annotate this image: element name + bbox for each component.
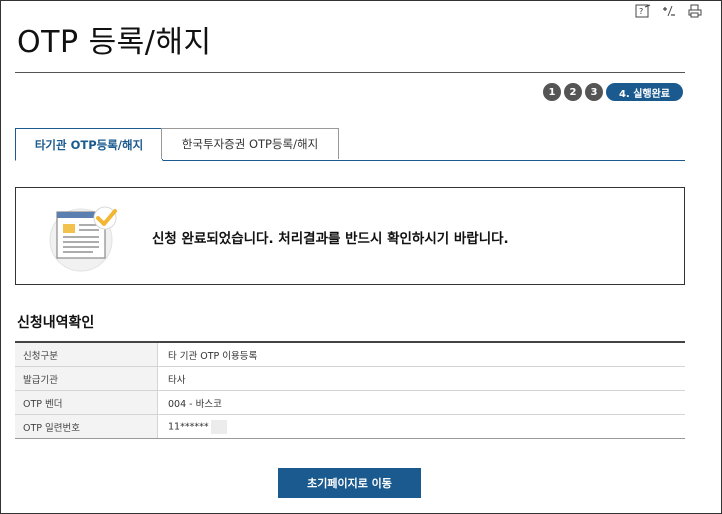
table-row: OTP 벤더 004 - 바스코 xyxy=(15,390,685,415)
svg-text:?: ? xyxy=(639,7,643,16)
tab-other-institution-otp[interactable]: 타기관 OTP등록/해지 xyxy=(15,128,163,161)
table-row: OTP 일련번호 11****** xyxy=(15,414,685,439)
table-row: 신청구분 타 기관 OTP 이용등록 xyxy=(15,342,685,367)
tab-bar: 타기관 OTP등록/해지 한국투자증권 OTP등록/해지 xyxy=(15,128,685,161)
tab-kis-otp[interactable]: 한국투자증권 OTP등록/해지 xyxy=(161,128,339,159)
page-frame: ? OTP 등록/해지 1 2 3 4. 실행완료 타기관 OTP등록/해지 한… xyxy=(0,0,722,514)
step-1: 1 xyxy=(542,83,561,101)
page-title: OTP 등록/해지 xyxy=(17,25,212,60)
row-value: 타 기관 OTP 이용등록 xyxy=(157,342,685,367)
completion-message: 신청 완료되었습니다. 처리결과를 반드시 확인하시기 바랍니다. xyxy=(152,231,509,247)
section-heading: 신청내역확인 xyxy=(17,315,95,331)
go-home-button[interactable]: 초기페이지로 이동 xyxy=(278,468,421,498)
detail-table: 신청구분 타 기관 OTP 이용등록 발급기관 타사 OTP 벤더 004 - … xyxy=(15,341,685,439)
row-label: OTP 벤더 xyxy=(15,390,158,415)
row-value: 타사 xyxy=(157,366,685,391)
print-icon[interactable] xyxy=(687,4,703,18)
top-tools: ? xyxy=(635,4,703,18)
step-3: 3 xyxy=(584,83,603,101)
masked-area xyxy=(210,419,227,434)
row-label: 신청구분 xyxy=(15,342,158,367)
row-value-cell: 11****** xyxy=(157,414,685,439)
step-indicator: 1 2 3 4. 실행완료 xyxy=(542,83,683,101)
row-value: 004 - 바스코 xyxy=(157,390,685,415)
help-icon[interactable]: ? xyxy=(635,4,651,18)
row-label: OTP 일련번호 xyxy=(15,414,158,439)
otp-serial-value: 11****** xyxy=(168,421,209,432)
text-size-icon[interactable] xyxy=(661,4,677,18)
title-divider xyxy=(15,72,685,73)
completion-box: 신청 완료되었습니다. 처리결과를 반드시 확인하시기 바랍니다. xyxy=(15,187,685,285)
table-row: 발급기관 타사 xyxy=(15,366,685,391)
step-2: 2 xyxy=(563,83,582,101)
document-check-icon xyxy=(49,206,117,272)
row-label: 발급기관 xyxy=(15,366,158,391)
step-current: 4. 실행완료 xyxy=(605,83,683,101)
